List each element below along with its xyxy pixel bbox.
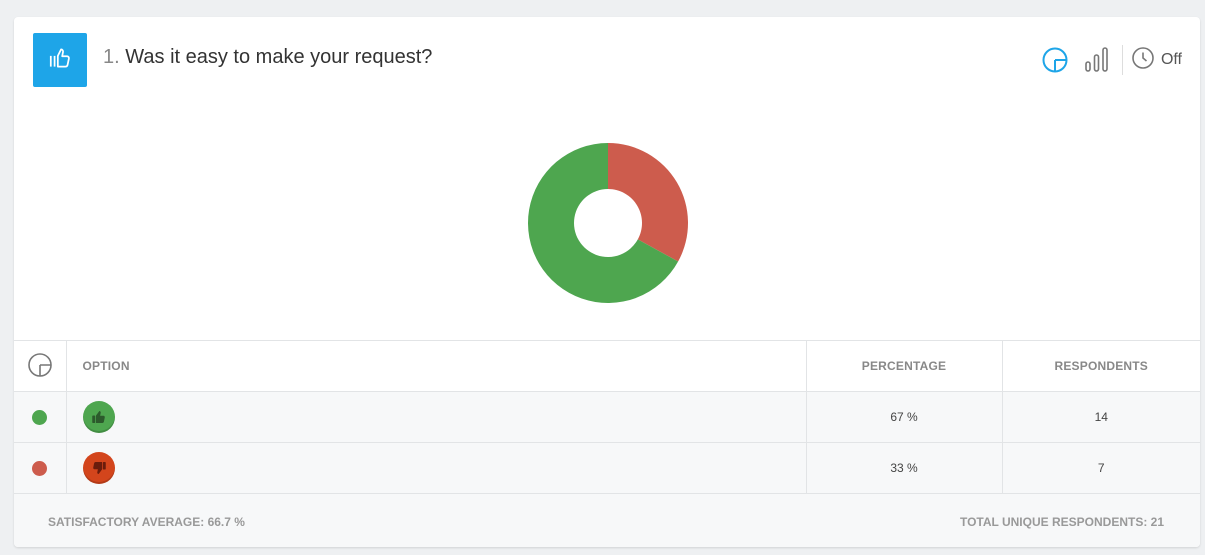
table-header-row: OPTION PERCENTAGE RESPONDENTS (14, 340, 1200, 392)
timer-label: Off (1160, 51, 1182, 68)
pie-chart-icon (26, 352, 54, 382)
question-text: Was it easy to make your request? (125, 46, 433, 68)
column-header-percentage: PERCENTAGE (805, 340, 1003, 392)
thumbs-down-icon (82, 452, 115, 484)
column-header-respondents: RESPONDENTS (1001, 340, 1200, 392)
percentage-cell: 33 % (805, 442, 1003, 494)
toolbar-divider (1121, 45, 1123, 75)
clock-icon (1131, 46, 1155, 75)
timer-toggle[interactable]: Off (1131, 46, 1182, 75)
pie-chart-icon[interactable] (1040, 45, 1070, 75)
satisfactory-average: SATISFACTORY AVERAGE: 66.7 % (48, 515, 245, 529)
header-icon-cell (14, 340, 67, 392)
respondents-cell: 14 (1001, 391, 1200, 443)
option-cell (65, 442, 807, 494)
question-number: 1. (103, 46, 120, 68)
question-title: 1. Was it easy to make your request? (103, 46, 432, 69)
respondents-cell: 7 (1001, 442, 1200, 494)
table-row: 67 % 14 (14, 391, 1200, 443)
question-type-badge (33, 33, 87, 87)
table-row: 33 % 7 (14, 442, 1200, 494)
results-table: OPTION PERCENTAGE RESPONDENTS 67 % 14 33… (14, 340, 1200, 494)
series-dot-green (32, 409, 48, 425)
option-cell (65, 391, 807, 443)
donut-slice-thumbs-down[interactable] (608, 143, 688, 262)
donut-chart (528, 143, 688, 303)
thumbs-up-icon (47, 45, 73, 76)
chart-toolbar: Off (1040, 45, 1182, 75)
bar-chart-icon[interactable] (1082, 45, 1112, 75)
chart-area (14, 113, 1200, 340)
summary-footer: SATISFACTORY AVERAGE: 66.7 % TOTAL UNIQU… (14, 493, 1200, 547)
series-dot-red (32, 460, 48, 476)
percentage-cell: 67 % (805, 391, 1003, 443)
column-header-option: OPTION (65, 340, 807, 392)
total-unique-respondents: TOTAL UNIQUE RESPONDENTS: 21 (959, 515, 1164, 529)
row-color-cell (14, 442, 67, 494)
row-color-cell (14, 391, 67, 443)
thumbs-up-icon (82, 401, 115, 433)
question-card: 1. Was it easy to make your request? Off… (14, 17, 1200, 547)
